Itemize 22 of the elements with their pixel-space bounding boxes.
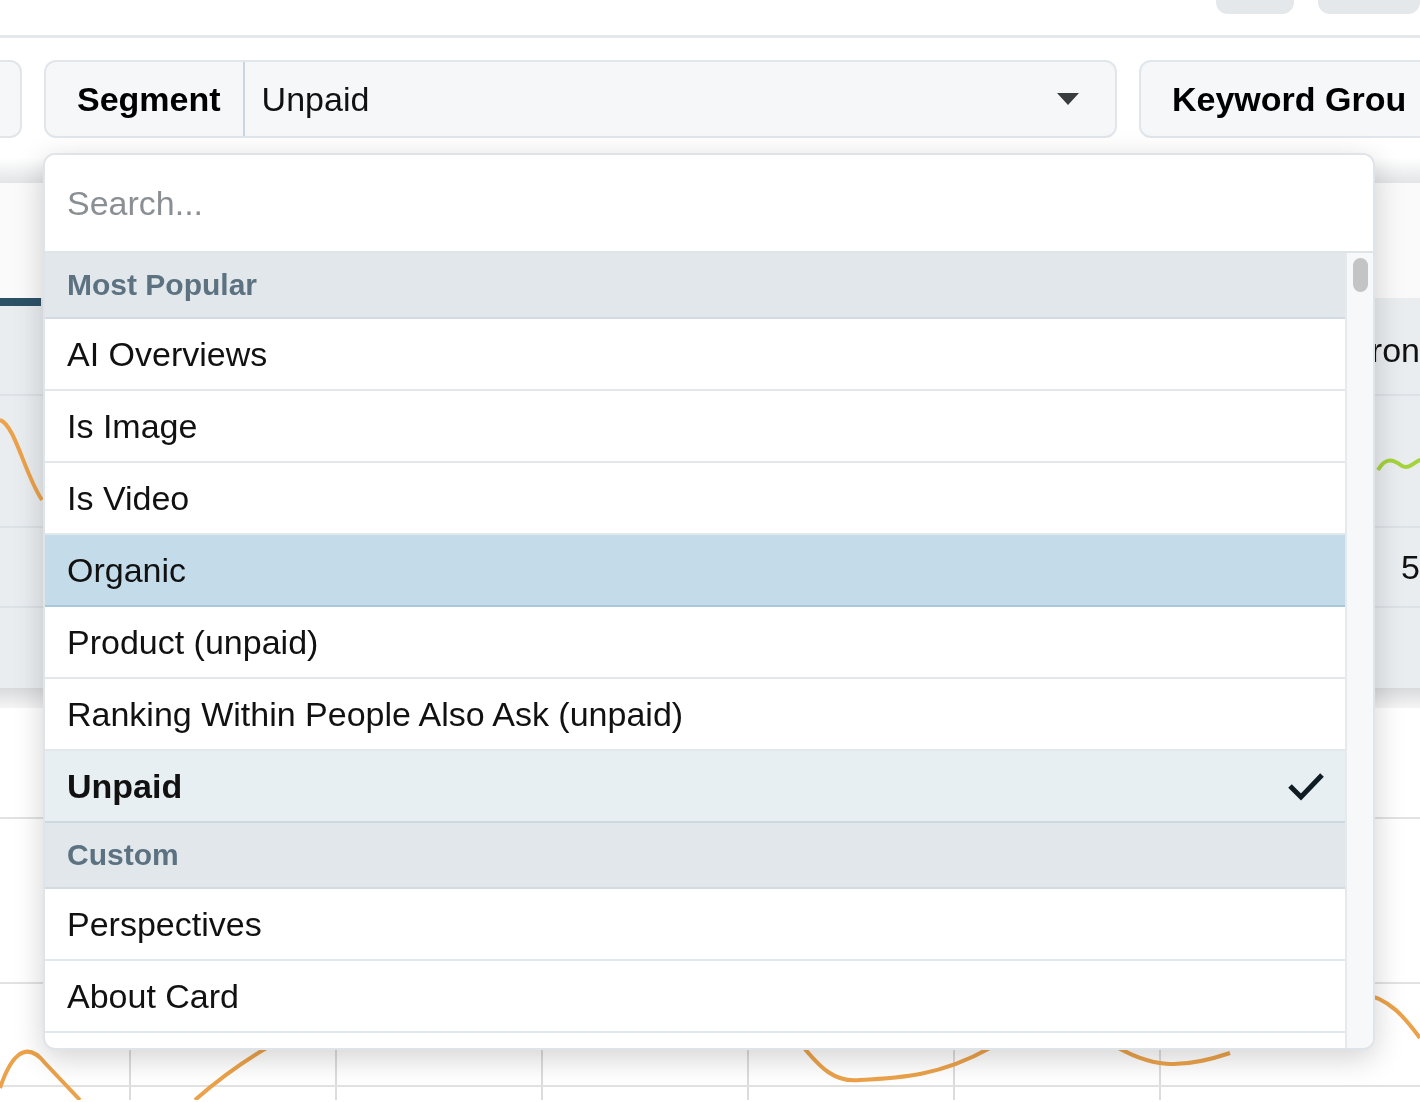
toolbar-button[interactable]	[1216, 0, 1294, 14]
dropdown-option[interactable]: Organic	[45, 535, 1345, 607]
table-cell-text: 5	[1401, 547, 1420, 587]
dropdown-option[interactable]: Product (unpaid)	[45, 607, 1345, 679]
search-field[interactable]: Search...	[45, 155, 1373, 253]
scrollbar-thumb[interactable]	[1353, 258, 1368, 292]
dropdown-option[interactable]: Perspectives	[45, 889, 1345, 961]
dropdown-option[interactable]: Is Image	[45, 391, 1345, 463]
checkmark-icon	[1287, 771, 1325, 801]
toolbar-button[interactable]	[1318, 0, 1420, 14]
scrollbar[interactable]	[1347, 253, 1373, 1048]
dropdown-option[interactable]: Unpaid	[45, 751, 1345, 823]
caret-icon	[1057, 93, 1079, 105]
tab-indicator	[0, 298, 41, 306]
group-header: Most Popular	[67, 268, 257, 302]
dropdown-option[interactable]: AI Overviews	[45, 319, 1345, 391]
filter-label: Segment	[46, 62, 245, 136]
group-header: Custom	[67, 838, 179, 872]
selected-value: Unpaid	[261, 79, 370, 119]
segment-dropdown[interactable]: Segment Unpaid	[44, 60, 1117, 138]
keyword-group-dropdown[interactable]: Keyword Grou	[1139, 60, 1420, 138]
dropdown-option[interactable]: About Card	[45, 961, 1345, 1033]
